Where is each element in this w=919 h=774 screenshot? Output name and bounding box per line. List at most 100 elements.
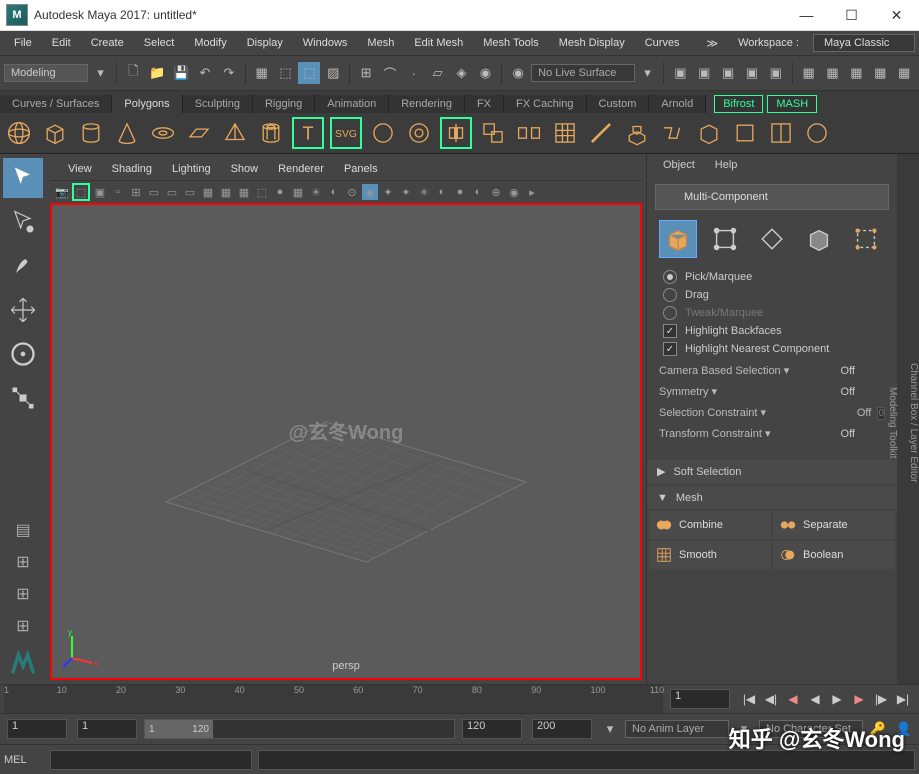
vp-expose-icon[interactable]: ☀ xyxy=(416,184,432,200)
menu-mesh-display[interactable]: Mesh Display xyxy=(549,37,635,49)
poly-pipe-icon[interactable] xyxy=(256,118,286,148)
select-object-icon[interactable]: ⬚ xyxy=(275,62,297,84)
panel-layout-1-icon[interactable]: ▦ xyxy=(798,62,820,84)
render-frame-icon[interactable]: ▣ xyxy=(741,62,763,84)
panel-layout-3-icon[interactable]: ▦ xyxy=(845,62,867,84)
shelf-tab-sculpting[interactable]: Sculpting xyxy=(183,95,253,113)
shelf-tab-rigging[interactable]: Rigging xyxy=(253,95,315,113)
script-lang-button[interactable]: MEL xyxy=(4,754,44,766)
undo-icon[interactable]: ↶ xyxy=(194,62,216,84)
combine-button[interactable]: Combine xyxy=(649,511,771,539)
anim-end-field[interactable]: 200 xyxy=(532,719,592,739)
render-view-icon[interactable]: ▣ xyxy=(693,62,715,84)
anim-start-field[interactable]: 1 xyxy=(7,719,67,739)
vp-film-gate-icon[interactable]: ▭ xyxy=(146,184,162,200)
redo-icon[interactable]: ↷ xyxy=(218,62,240,84)
go-end-icon[interactable]: ▶| xyxy=(893,689,913,709)
shelf-tab-rendering[interactable]: Rendering xyxy=(389,95,465,113)
live-surface-dropdown-icon[interactable]: ▾ xyxy=(637,62,659,84)
menu-modify[interactable]: Modify xyxy=(184,37,236,49)
menu-select[interactable]: Select xyxy=(134,37,185,49)
poly-extrude-icon[interactable] xyxy=(622,118,652,148)
highlight-backfaces-check[interactable]: ✓Highlight Backfaces xyxy=(663,324,889,338)
vp-isolate-icon[interactable]: ⊙ xyxy=(344,184,360,200)
menu-edit[interactable]: Edit xyxy=(42,37,81,49)
select-tool-icon[interactable] xyxy=(3,158,43,198)
poly-append-icon[interactable] xyxy=(730,118,760,148)
snap-center-icon[interactable]: ◉ xyxy=(474,62,496,84)
poly-bridge-icon[interactable] xyxy=(658,118,688,148)
poly-separate-icon[interactable] xyxy=(514,118,544,148)
shelf-tab-arnold[interactable]: Arnold xyxy=(649,95,706,113)
poly-torus-icon[interactable] xyxy=(148,118,178,148)
poly-boolean-icon[interactable] xyxy=(586,118,616,148)
current-frame-field[interactable]: 1 xyxy=(670,689,730,709)
poly-type-icon[interactable]: T xyxy=(292,117,324,149)
shelf-tab-curves[interactable]: Curves / Surfaces xyxy=(0,95,112,113)
rpanel-menu-help[interactable]: Help xyxy=(705,159,748,171)
layout-four-icon[interactable]: ⊞ xyxy=(3,580,43,608)
vp-menu-panels[interactable]: Panels xyxy=(334,163,388,175)
menu-mesh[interactable]: Mesh xyxy=(357,37,404,49)
viewport-3d[interactable]: @玄冬Wong y x z persp xyxy=(50,203,642,680)
vp-bookmark-icon[interactable]: ⬚ xyxy=(72,183,90,201)
maximize-button[interactable]: ☐ xyxy=(829,0,874,30)
menu-more-icon[interactable]: ≫ xyxy=(697,37,729,50)
command-input[interactable] xyxy=(50,750,252,770)
panel-layout-2-icon[interactable]: ▦ xyxy=(822,62,844,84)
snap-plane-icon[interactable]: ▱ xyxy=(427,62,449,84)
poly-cone-icon[interactable] xyxy=(112,118,142,148)
poly-multicut-icon[interactable] xyxy=(802,118,832,148)
minimize-button[interactable]: — xyxy=(784,0,829,30)
paint-select-tool-icon[interactable] xyxy=(3,246,43,286)
module-dropdown-icon[interactable]: ▾ xyxy=(90,62,112,84)
transform-constraint-row[interactable]: Transform Constraint ▾Off xyxy=(659,427,885,440)
range-end-field[interactable]: 120 xyxy=(462,719,522,739)
vp-2d-icon[interactable]: ▫ xyxy=(110,184,126,200)
object-mode-icon[interactable] xyxy=(659,220,697,258)
range-start-field[interactable]: 1 xyxy=(77,719,137,739)
vp-motion-blur-icon[interactable]: ◐ xyxy=(470,184,486,200)
snap-point-icon[interactable]: · xyxy=(403,62,425,84)
vp-smooth-shade-icon[interactable]: ● xyxy=(272,184,288,200)
mesh-section[interactable]: ▼Mesh xyxy=(647,487,897,509)
vp-multisample-icon[interactable]: ⊕ xyxy=(488,184,504,200)
symmetry-row[interactable]: Symmetry ▾Off xyxy=(659,385,885,398)
time-ruler[interactable]: 1 10 20 30 40 50 60 70 80 90 100 110 xyxy=(4,685,663,713)
menu-edit-mesh[interactable]: Edit Mesh xyxy=(404,37,473,49)
uv-mode-icon[interactable] xyxy=(847,220,885,258)
vp-res-gate-icon[interactable]: ▭ xyxy=(164,184,180,200)
snap-surface-icon[interactable]: ◈ xyxy=(451,62,473,84)
poly-sphere-icon[interactable] xyxy=(4,118,34,148)
shelf-tab-animation[interactable]: Animation xyxy=(315,95,389,113)
step-back-icon[interactable]: ◀| xyxy=(761,689,781,709)
next-key-icon[interactable]: ▶ xyxy=(849,689,869,709)
select-component-icon[interactable]: ⬚ xyxy=(298,62,320,84)
edge-mode-icon[interactable] xyxy=(753,220,791,258)
vp-light-icon[interactable]: ☀ xyxy=(308,184,324,200)
layout-stack-icon[interactable]: ▤ xyxy=(3,516,43,544)
prev-key-icon[interactable]: ◀ xyxy=(783,689,803,709)
vp-menu-renderer[interactable]: Renderer xyxy=(268,163,334,175)
camera-based-selection-row[interactable]: Camera Based Selection ▾Off xyxy=(659,364,885,377)
live-surface-select[interactable]: No Live Surface xyxy=(531,64,634,82)
poly-mirror-icon[interactable] xyxy=(440,117,472,149)
vp-wireframe-icon[interactable]: ⬚ xyxy=(254,184,270,200)
scale-tool-icon[interactable] xyxy=(3,378,43,418)
vp-menu-lighting[interactable]: Lighting xyxy=(162,163,221,175)
menu-curves[interactable]: Curves xyxy=(635,37,690,49)
highlight-nearest-check[interactable]: ✓Highlight Nearest Component xyxy=(663,342,889,356)
vp-menu-view[interactable]: View xyxy=(58,163,102,175)
poly-combine-icon[interactable] xyxy=(478,118,508,148)
vp-textured-icon[interactable]: ▦ xyxy=(290,184,306,200)
boolean-button[interactable]: Boolean xyxy=(773,541,895,569)
shelf-tab-bifrost[interactable]: Bifrost xyxy=(714,95,763,113)
shelf-tab-fxcaching[interactable]: FX Caching xyxy=(504,95,586,113)
vp-gate-mask-icon[interactable]: ▭ xyxy=(182,184,198,200)
ipr-render-icon[interactable]: ▣ xyxy=(717,62,739,84)
poly-svg-icon[interactable]: SVG xyxy=(330,117,362,149)
vp-menu-shading[interactable]: Shading xyxy=(102,163,162,175)
rotate-tool-icon[interactable] xyxy=(3,334,43,374)
close-button[interactable]: ✕ xyxy=(874,0,919,30)
range-dropdown-icon[interactable]: ▾ xyxy=(599,718,621,740)
